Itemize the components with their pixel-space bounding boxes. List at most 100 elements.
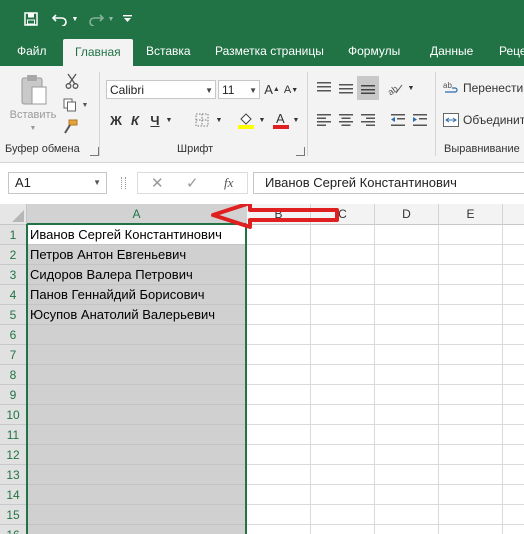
row-header[interactable]: 5 <box>0 305 27 325</box>
cell[interactable] <box>311 305 375 325</box>
cell[interactable] <box>503 505 524 525</box>
cell[interactable] <box>375 465 439 485</box>
row-header[interactable]: 10 <box>0 405 27 425</box>
cut-icon[interactable] <box>62 72 82 90</box>
underline-dropdown-icon[interactable]: ▼ <box>165 114 173 126</box>
cell[interactable] <box>439 465 503 485</box>
row-header[interactable]: 3 <box>0 265 27 285</box>
underline-button[interactable]: Ч <box>147 111 163 129</box>
cell[interactable] <box>375 505 439 525</box>
cell[interactable] <box>439 245 503 265</box>
tab-home[interactable]: Главная <box>63 39 133 66</box>
cell[interactable] <box>439 305 503 325</box>
insert-function-icon[interactable]: fx <box>224 175 233 191</box>
cell[interactable] <box>439 365 503 385</box>
cell[interactable] <box>311 525 375 534</box>
orientation-dropdown-icon[interactable]: ▼ <box>407 82 415 94</box>
cell[interactable] <box>503 365 524 385</box>
name-box[interactable]: A1 ▼ <box>8 172 107 194</box>
tab-formulas[interactable]: Формулы <box>348 37 400 66</box>
wrap-text-icon[interactable]: ab <box>442 78 460 98</box>
undo-icon[interactable] <box>50 9 70 29</box>
cell[interactable] <box>503 405 524 425</box>
cell[interactable] <box>247 245 311 265</box>
cell[interactable] <box>503 265 524 285</box>
cell[interactable] <box>503 345 524 365</box>
row-header[interactable]: 13 <box>0 465 27 485</box>
cell[interactable] <box>503 285 524 305</box>
cell[interactable] <box>247 445 311 465</box>
cell[interactable] <box>27 425 247 445</box>
cell[interactable] <box>311 325 375 345</box>
resize-handle[interactable] <box>121 177 126 189</box>
column-header-e[interactable]: E <box>439 204 503 225</box>
cell[interactable] <box>247 525 311 534</box>
cell[interactable] <box>375 325 439 345</box>
cell[interactable] <box>439 225 503 245</box>
column-header-f[interactable] <box>503 204 524 225</box>
cell[interactable] <box>27 465 247 485</box>
cell[interactable] <box>311 225 375 245</box>
cell[interactable] <box>375 305 439 325</box>
paste-dropdown-icon[interactable]: ▼ <box>27 123 39 133</box>
font-launcher-icon[interactable] <box>296 147 305 156</box>
cell[interactable] <box>311 365 375 385</box>
clipboard-launcher-icon[interactable] <box>90 147 99 156</box>
borders-icon[interactable] <box>192 111 212 129</box>
align-right-icon[interactable] <box>358 110 378 130</box>
tab-page-layout[interactable]: Разметка страницы <box>215 37 324 66</box>
font-color-dropdown-icon[interactable]: ▼ <box>292 114 300 126</box>
cell[interactable] <box>247 485 311 505</box>
cell[interactable] <box>311 485 375 505</box>
cell[interactable] <box>311 445 375 465</box>
save-icon[interactable] <box>22 9 40 29</box>
cell[interactable] <box>375 385 439 405</box>
cell[interactable] <box>375 485 439 505</box>
column-header-c[interactable]: C <box>311 204 375 225</box>
cell[interactable] <box>503 385 524 405</box>
cell[interactable] <box>311 465 375 485</box>
row-header[interactable]: 4 <box>0 285 27 305</box>
cell[interactable] <box>439 345 503 365</box>
cell[interactable] <box>247 305 311 325</box>
paste-icon[interactable] <box>14 72 54 108</box>
fill-color-icon[interactable] <box>236 110 256 130</box>
cell[interactable] <box>375 285 439 305</box>
cell[interactable]: Петров Антон Евгеньевич <box>27 245 247 265</box>
cell[interactable] <box>439 525 503 534</box>
cell[interactable] <box>503 425 524 445</box>
cell[interactable] <box>311 405 375 425</box>
cell[interactable] <box>247 405 311 425</box>
cell[interactable] <box>503 445 524 465</box>
cell[interactable] <box>503 225 524 245</box>
undo-dropdown-icon[interactable]: ▼ <box>71 9 79 29</box>
row-header[interactable]: 9 <box>0 385 27 405</box>
row-header[interactable]: 1 <box>0 225 27 245</box>
tab-insert[interactable]: Вставка <box>146 37 191 66</box>
select-all-button[interactable] <box>0 204 27 225</box>
font-color-icon[interactable]: A <box>271 110 291 130</box>
font-name-select[interactable]: Calibri ▼ <box>106 80 216 99</box>
cell[interactable] <box>311 265 375 285</box>
cell[interactable] <box>439 485 503 505</box>
cell[interactable] <box>503 245 524 265</box>
cell[interactable] <box>375 405 439 425</box>
customize-qat-icon[interactable] <box>121 9 133 29</box>
row-header[interactable]: 8 <box>0 365 27 385</box>
row-header[interactable]: 7 <box>0 345 27 365</box>
cell[interactable] <box>247 345 311 365</box>
font-size-select[interactable]: 11 ▼ <box>218 80 260 99</box>
decrease-font-icon[interactable]: A ▼ <box>283 82 299 98</box>
tab-file[interactable]: Файл <box>17 37 47 66</box>
cell[interactable] <box>503 525 524 534</box>
enter-icon[interactable]: ✓ <box>186 174 199 192</box>
cell[interactable] <box>27 365 247 385</box>
cell[interactable] <box>311 245 375 265</box>
cell[interactable] <box>375 445 439 465</box>
fill-color-dropdown-icon[interactable]: ▼ <box>258 114 266 126</box>
align-top-icon[interactable] <box>314 78 334 98</box>
column-header-b[interactable]: B <box>247 204 311 225</box>
row-header[interactable]: 2 <box>0 245 27 265</box>
row-header[interactable]: 15 <box>0 505 27 525</box>
column-header-d[interactable]: D <box>375 204 439 225</box>
